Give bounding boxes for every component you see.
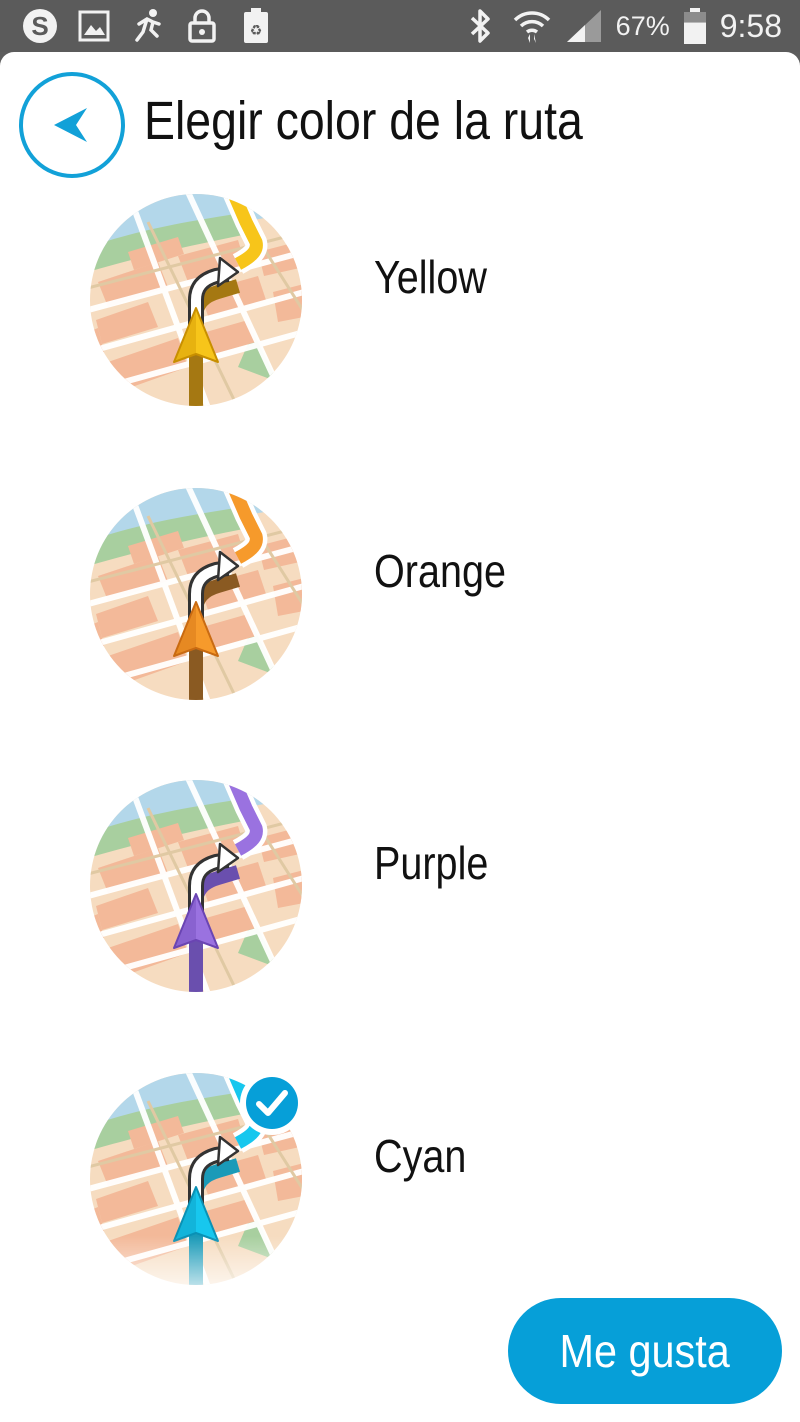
wifi-icon [512,6,552,46]
status-bar: S ♻ 67% 9:58 [0,0,800,52]
selected-checkmark-icon [240,1071,304,1135]
header: Elegir color de la ruta [0,52,800,192]
route-color-option-purple[interactable]: Purple [0,778,800,1008]
page-title: Elegir color de la ruta [144,91,583,151]
route-color-label: Orange [374,545,506,597]
signal-icon [564,6,604,46]
notification-icons: S ♻ [20,6,276,46]
route-color-screen: Elegir color de la ruta Yellow Orange Pu… [0,52,800,1422]
route-color-label: Yellow [374,251,487,303]
system-indicators: 67% 9:58 [460,4,782,48]
route-color-list[interactable]: Yellow Orange Purple Cyan [0,194,800,1294]
lock-icon [182,6,222,46]
battery-icon [682,6,708,46]
route-map-thumbnail-icon [90,780,302,992]
recycle-battery-icon: ♻ [236,6,276,46]
me-gusta-label: Me gusta [559,1325,731,1377]
back-button[interactable] [19,72,125,178]
battery-percent: 67% [615,10,670,41]
svg-text:S: S [31,11,48,41]
me-gusta-button[interactable]: Me gusta [508,1298,782,1404]
runner-icon [128,6,168,46]
route-map-thumbnail-icon [90,194,302,406]
svg-text:♻: ♻ [250,23,263,39]
gallery-icon [74,6,114,46]
clock: 9:58 [719,7,782,44]
route-color-option-orange[interactable]: Orange [0,486,800,716]
back-arrow-icon [54,108,87,142]
route-color-label: Cyan [374,1130,467,1182]
skype-icon: S [20,6,60,46]
route-color-option-yellow[interactable]: Yellow [0,194,800,422]
list-fade [0,1236,800,1306]
route-color-label: Purple [374,837,489,889]
route-map-thumbnail-icon [90,488,302,700]
bluetooth-icon [460,6,500,46]
